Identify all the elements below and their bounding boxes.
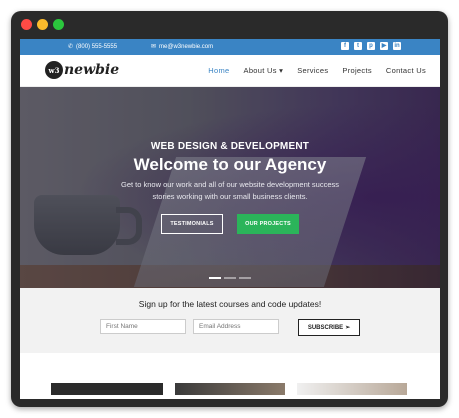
hero-subtitle: WEB DESIGN & DEVELOPMENT xyxy=(150,141,310,152)
first-name-input[interactable] xyxy=(100,319,186,334)
newsletter-signup: Sign up for the latest courses and code … xyxy=(20,288,440,353)
hero-buttons: TESTIMONIALS OUR PROJECTS xyxy=(20,214,440,234)
top-contact-bar: ✆ (800) 555-5555 ✉ me@w3newbie.com f t p… xyxy=(20,39,440,55)
pinterest-icon[interactable]: p xyxy=(367,42,375,50)
carousel-indicators xyxy=(20,277,440,279)
logo-text: newbie xyxy=(64,62,120,78)
maximize-window-icon[interactable] xyxy=(53,19,64,30)
subscribe-label: SUBSCRIBE xyxy=(307,324,344,331)
logo-badge: w3 xyxy=(45,61,63,79)
nav-item-home[interactable]: Home xyxy=(208,66,229,75)
signup-title: Sign up for the latest courses and code … xyxy=(138,299,322,309)
linkedin-icon[interactable]: in xyxy=(393,42,401,50)
paper-plane-icon: ➢ xyxy=(345,325,351,331)
preview-image-1[interactable] xyxy=(51,383,163,395)
nav-item-services[interactable]: Services xyxy=(297,66,328,75)
nav-item-about[interactable]: About Us ▾ xyxy=(244,66,284,75)
hero-banner: WEB DESIGN & DEVELOPMENT Welcome to our … xyxy=(20,87,440,288)
nav-item-contact[interactable]: Contact Us xyxy=(386,66,426,75)
main-navbar: w3 newbie Home About Us ▾ Services Proje… xyxy=(20,55,440,87)
social-links: f t p ▶ in xyxy=(341,42,401,50)
hero-title: Welcome to our Agency xyxy=(133,155,327,174)
phone-icon: ✆ xyxy=(68,44,74,50)
signup-form: SUBSCRIBE ➢ xyxy=(20,319,440,336)
mail-icon: ✉ xyxy=(151,44,157,50)
browser-frame: ✆ (800) 555-5555 ✉ me@w3newbie.com f t p… xyxy=(11,11,448,407)
carousel-indicator-2[interactable] xyxy=(224,277,236,279)
carousel-indicator-3[interactable] xyxy=(239,277,251,279)
brand-logo[interactable]: w3 newbie xyxy=(45,61,119,79)
testimonials-button[interactable]: TESTIMONIALS xyxy=(161,214,223,234)
webpage: ✆ (800) 555-5555 ✉ me@w3newbie.com f t p… xyxy=(20,39,440,399)
phone-contact[interactable]: ✆ (800) 555-5555 xyxy=(68,43,118,51)
projects-button[interactable]: OUR PROJECTS xyxy=(237,214,299,234)
preview-image-3[interactable] xyxy=(297,383,407,395)
hero-description: Get to know our work and all of our webs… xyxy=(120,180,340,201)
phone-text: (800) 555-5555 xyxy=(76,43,118,50)
minimize-window-icon[interactable] xyxy=(37,19,48,30)
email-input[interactable] xyxy=(193,319,279,334)
twitter-icon[interactable]: t xyxy=(354,42,362,50)
content-preview xyxy=(20,353,440,395)
email-text: me@w3newbie.com xyxy=(159,43,214,50)
carousel-indicator-1[interactable] xyxy=(209,277,221,279)
email-contact[interactable]: ✉ me@w3newbie.com xyxy=(151,43,214,51)
close-window-icon[interactable] xyxy=(21,19,32,30)
preview-image-2[interactable] xyxy=(175,383,285,395)
window-controls xyxy=(21,19,64,30)
nav-menu: Home About Us ▾ Services Projects Contac… xyxy=(208,55,440,86)
youtube-icon[interactable]: ▶ xyxy=(380,42,388,50)
facebook-icon[interactable]: f xyxy=(341,42,349,50)
subscribe-button[interactable]: SUBSCRIBE ➢ xyxy=(298,319,360,336)
nav-item-projects[interactable]: Projects xyxy=(342,66,372,75)
